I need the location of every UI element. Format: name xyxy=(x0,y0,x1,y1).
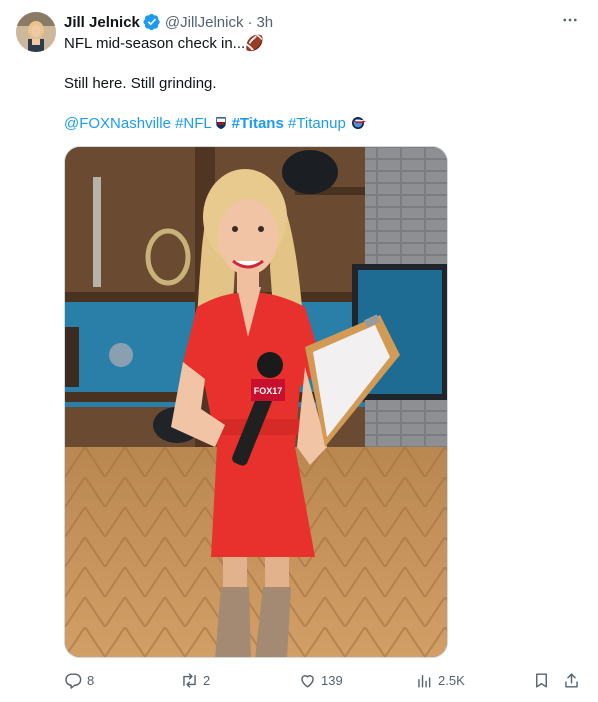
text-line-1: NFL mid-season check in...🏈 xyxy=(64,34,574,54)
hashtag-titans[interactable]: #Titans xyxy=(232,115,284,132)
tweet: Jill Jelnick @JillJelnick · 3h NFL mid-s… xyxy=(0,0,598,702)
avatar[interactable] xyxy=(16,12,56,52)
text-line-2: Still here. Still grinding. xyxy=(64,75,217,92)
views-button[interactable]: 2.5K xyxy=(415,668,465,692)
timestamp[interactable]: 3h xyxy=(256,14,273,31)
action-bar: 8 2 139 2.5K xyxy=(64,668,582,692)
views-icon xyxy=(415,671,434,690)
reply-button[interactable]: 8 xyxy=(64,668,94,692)
share-icon xyxy=(562,671,581,690)
repost-count: 2 xyxy=(203,672,211,688)
nfl-shield-icon xyxy=(215,116,227,136)
repost-button[interactable]: 2 xyxy=(180,668,210,692)
text-line-1-content: NFL mid-season check in... xyxy=(64,35,246,52)
share-button[interactable] xyxy=(562,668,581,692)
reply-icon xyxy=(64,671,83,690)
verified-badge-icon xyxy=(143,13,161,31)
repost-icon xyxy=(180,671,199,690)
tweet-header: Jill Jelnick @JillJelnick · 3h xyxy=(64,12,582,32)
text-line-tags: @FOXNashville #NFL #Titans #Titanup xyxy=(64,114,574,134)
mic-flag-text: FOX17 xyxy=(254,386,283,396)
bookmark-icon xyxy=(532,671,551,690)
like-count: 139 xyxy=(321,672,343,688)
hashtag-titanup[interactable]: #Titanup xyxy=(288,115,346,132)
author-name[interactable]: Jill Jelnick xyxy=(64,14,140,31)
bookmark-button[interactable] xyxy=(532,668,551,692)
tweet-photo[interactable]: FOX17 xyxy=(64,146,448,658)
tweet-text: NFL mid-season check in...🏈 Still here. … xyxy=(64,34,574,134)
photo-illustration: FOX17 xyxy=(65,147,447,657)
mention-foxnashville[interactable]: @FOXNashville xyxy=(64,115,171,132)
author-handle[interactable]: @JillJelnick xyxy=(165,14,244,31)
like-button[interactable]: 139 xyxy=(298,668,343,692)
more-icon[interactable] xyxy=(558,8,582,32)
hashtag-nfl[interactable]: #NFL xyxy=(175,115,211,132)
titans-logo-icon xyxy=(350,116,368,136)
like-icon xyxy=(298,671,317,690)
reply-count: 8 xyxy=(87,672,95,688)
football-emoji: 🏈 xyxy=(245,35,264,52)
views-count: 2.5K xyxy=(438,672,465,688)
separator-dot: · xyxy=(247,13,253,31)
